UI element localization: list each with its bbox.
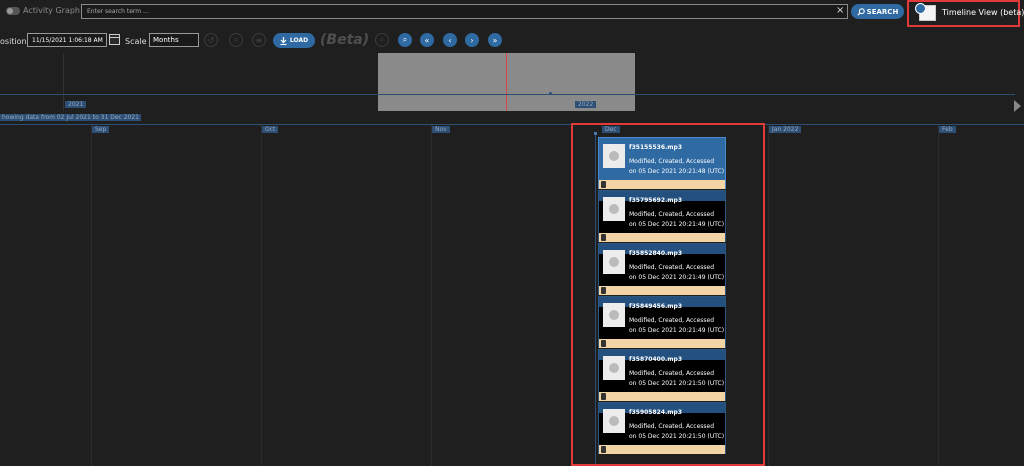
month-gridline — [938, 125, 939, 466]
timeline-toolbar: osition 11/15/2021 1:06:18 AM Scale Mont… — [0, 30, 1024, 52]
expand-right-icon[interactable] — [1014, 100, 1021, 112]
events-highlight-frame — [571, 123, 765, 466]
month-gridline — [431, 125, 432, 466]
timeline-view-button[interactable]: Timeline View (beta) — [907, 0, 1024, 27]
position-date-input[interactable]: 11/15/2021 1:06:18 AM — [27, 33, 107, 47]
scale-select[interactable]: Months — [149, 33, 199, 47]
list-icon[interactable]: ≡ — [252, 33, 266, 47]
zoom-reset-icon[interactable]: ⌕ — [229, 33, 243, 47]
month-gridline — [91, 125, 92, 466]
month-label: Nov — [432, 126, 450, 133]
activity-graph-toggle[interactable] — [6, 7, 20, 15]
zoom-in-icon[interactable]: ⌕ — [398, 33, 412, 47]
overview-axis — [0, 94, 1015, 95]
timeline-view-icon — [915, 3, 936, 21]
zoom-out-icon[interactable]: ⌕ — [375, 33, 389, 47]
position-label: osition — [0, 37, 27, 46]
load-button-label: LOAD — [289, 37, 309, 44]
overview-gridline — [63, 53, 64, 111]
prev-icon[interactable]: ‹ — [443, 33, 457, 47]
year-label-2021: 2021 — [65, 101, 87, 108]
month-gridline — [768, 125, 769, 466]
month-label: Feb — [939, 126, 956, 133]
scale-label: Scale — [125, 37, 147, 46]
calendar-icon[interactable] — [109, 34, 120, 45]
clear-search-icon[interactable]: × — [836, 5, 844, 17]
next-icon[interactable]: › — [465, 33, 479, 47]
current-position-marker — [506, 53, 507, 111]
top-toolbar: Activity Graph × SEARCH Timeline View (b… — [0, 0, 1024, 27]
activity-graph-label: Activity Graph — [23, 6, 80, 15]
search-input[interactable] — [81, 4, 848, 19]
last-page-icon[interactable]: » — [488, 33, 502, 47]
first-page-icon[interactable]: « — [420, 33, 434, 47]
timeline-axis — [0, 124, 1024, 125]
month-label: Sep — [92, 126, 110, 133]
search-button[interactable]: SEARCH — [851, 4, 904, 19]
year-label-2022: 2022 — [575, 101, 597, 108]
search-button-label: SEARCH — [866, 7, 899, 16]
search-icon — [857, 7, 865, 16]
month-gridline — [261, 125, 262, 466]
month-label: Jan 2022 — [769, 126, 802, 133]
undo-icon[interactable]: ↺ — [204, 33, 218, 47]
overview-event-dot — [549, 92, 552, 95]
beta-label: (Beta) — [320, 32, 370, 48]
load-button[interactable]: LOAD — [273, 33, 315, 48]
month-label: Oct — [262, 126, 279, 133]
showing-range-label: howing data from 02 Jul 2021 to 31 Dec 2… — [0, 114, 141, 121]
timeline-view-label: Timeline View (beta) — [942, 8, 1024, 17]
download-icon — [280, 36, 287, 45]
